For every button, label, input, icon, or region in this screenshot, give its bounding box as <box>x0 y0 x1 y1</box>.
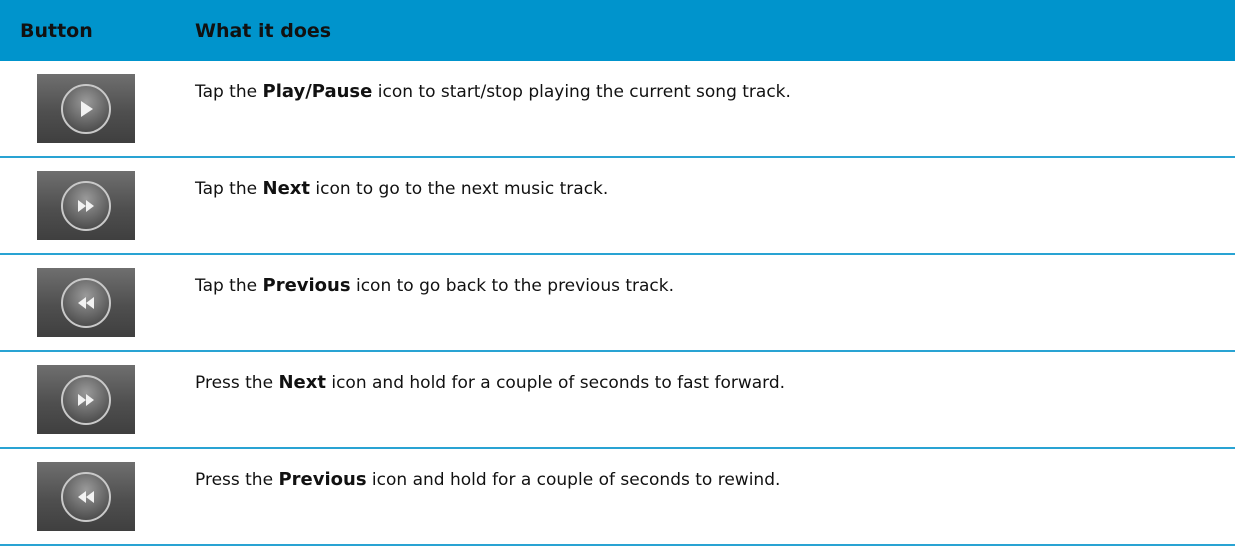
button-name: Previous <box>278 469 367 490</box>
header-button-column: Button <box>20 19 93 42</box>
description-suffix: icon and hold for a couple of seconds to… <box>366 470 781 490</box>
button-name: Next <box>262 178 311 199</box>
button-cell <box>0 61 195 156</box>
button-name: Next <box>278 372 326 393</box>
button-name: Play/Pause <box>262 81 373 102</box>
table-row: Tap the Play/Pause icon to start/stop pl… <box>0 61 1235 158</box>
play-pause-icon <box>37 74 135 143</box>
next-icon <box>37 171 135 240</box>
description-cell: Tap the Previous icon to go back to the … <box>195 255 1235 350</box>
previous-icon <box>37 462 135 531</box>
table-header: Button What it does <box>0 0 1235 61</box>
button-cell <box>0 158 195 253</box>
description-prefix: Press the <box>195 373 279 393</box>
button-cell <box>0 449 195 544</box>
button-cell <box>0 255 195 350</box>
description-cell: Tap the Play/Pause icon to start/stop pl… <box>195 61 1235 156</box>
description-cell: Press the Next icon and hold for a coupl… <box>195 352 1235 447</box>
table-row: Tap the Next icon to go to the next musi… <box>0 158 1235 255</box>
table-row: Press the Next icon and hold for a coupl… <box>0 352 1235 449</box>
table-row: Tap the Previous icon to go back to the … <box>0 255 1235 352</box>
description-suffix: icon and hold for a couple of seconds to… <box>325 373 786 393</box>
table-row: Press the Previous icon and hold for a c… <box>0 449 1235 546</box>
description-prefix: Tap the <box>195 276 263 296</box>
header-description-column: What it does <box>195 19 332 42</box>
description-prefix: Tap the <box>195 179 263 199</box>
description-prefix: Tap the <box>195 82 263 102</box>
description-suffix: icon to go back to the previous track. <box>350 276 675 296</box>
button-name: Previous <box>262 275 351 296</box>
description-cell: Tap the Next icon to go to the next musi… <box>195 158 1235 253</box>
button-table: Button What it does Tap the Play/Pause i… <box>0 0 1235 546</box>
description-suffix: icon to start/stop playing the current s… <box>372 82 791 102</box>
description-cell: Press the Previous icon and hold for a c… <box>195 449 1235 544</box>
previous-icon <box>37 268 135 337</box>
next-icon <box>37 365 135 434</box>
button-cell <box>0 352 195 447</box>
description-prefix: Press the <box>195 470 279 490</box>
description-suffix: icon to go to the next music track. <box>310 179 609 199</box>
